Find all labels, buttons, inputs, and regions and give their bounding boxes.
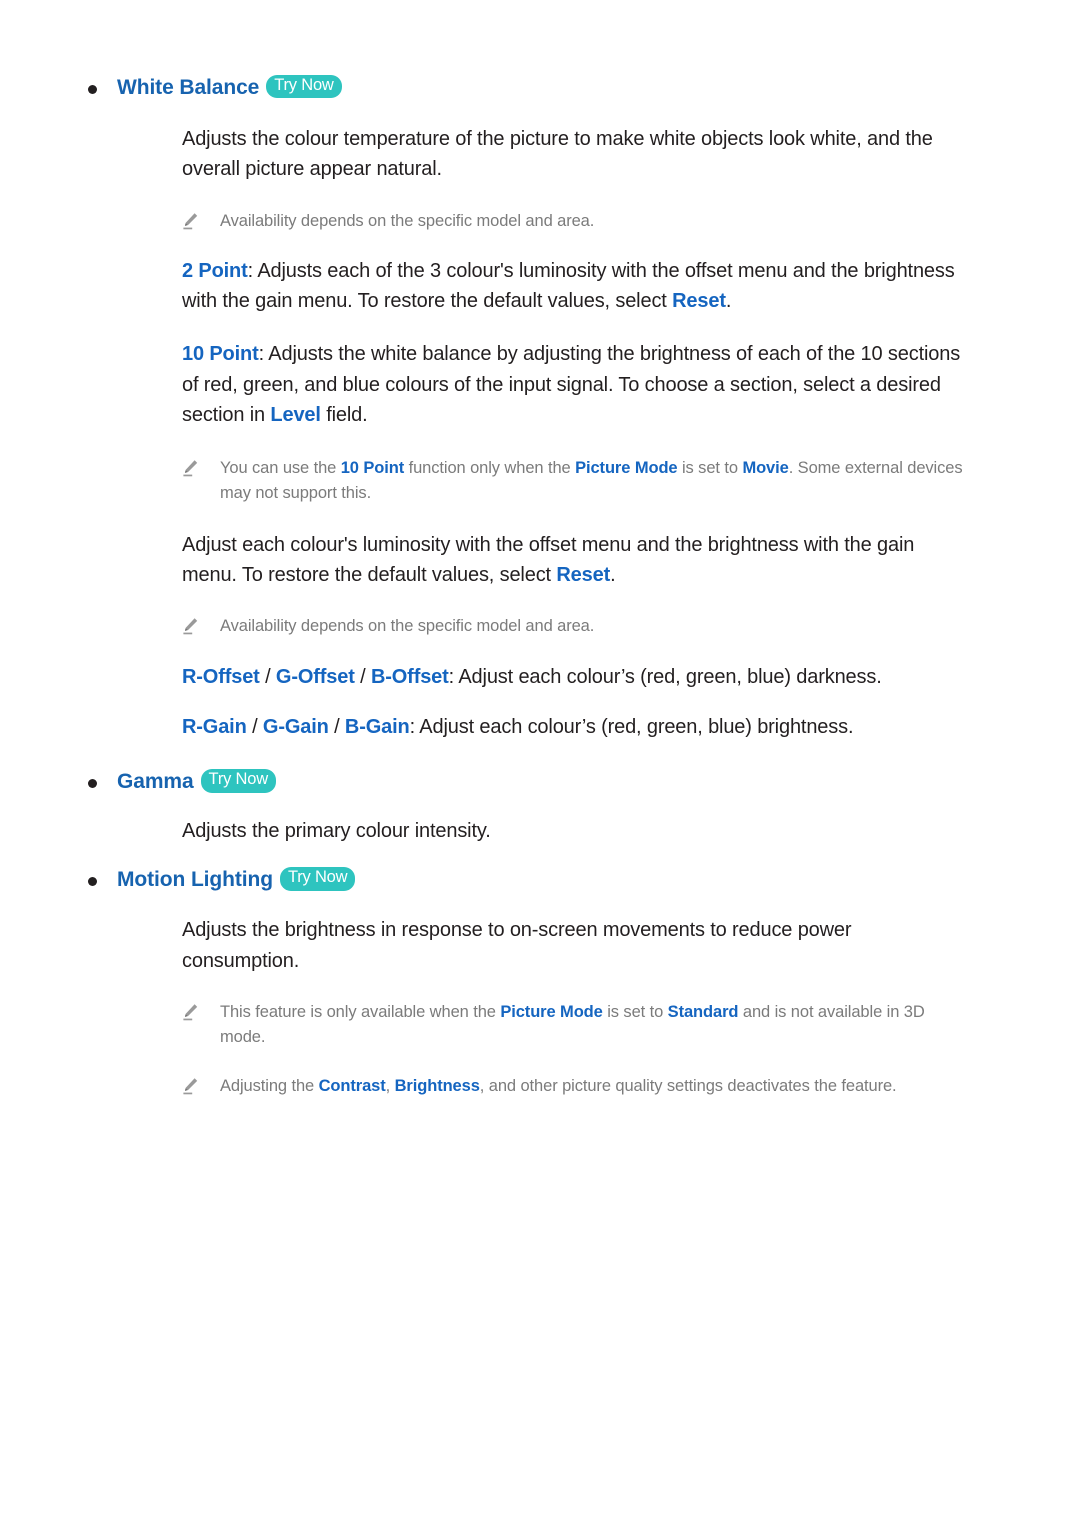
gain-body: : Adjust each colour’s (red, green, blue… [409,715,854,738]
term-contrast: Contrast [318,1077,386,1096]
term-reset: Reset [556,564,611,587]
separator: / [328,715,345,738]
white-balance-intro-paragraph: Adjusts the colour temperature of the pi… [182,127,933,181]
section-heading-motion-lighting: Motion Lighting Try Now [88,866,1020,894]
section-title: Gamma Try Now [117,768,276,796]
ten-point-tail: field. [320,404,368,427]
term-2-point: 2 Point [182,259,248,282]
note-part: is set to [602,1002,668,1021]
gain-paragraph: R-Gain / G-Gain / B-Gain: Adjust each co… [182,712,966,742]
note-text: Availability depends on the specific mod… [220,617,595,636]
term-movie: Movie [742,458,789,477]
note-part: function only when the [404,458,576,477]
note-availability-2: Availability depends on the specific mod… [182,614,966,639]
two-point-tail: . [725,289,732,312]
term-picture-mode: Picture Mode [500,1002,603,1021]
note-text: Adjusting the Contrast, Brightness, and … [220,1074,897,1099]
term-10-point: 10 Point [182,343,259,366]
term-picture-mode: Picture Mode [575,458,678,477]
term-g-gain: G-Gain [262,715,329,738]
offset-body: : Adjust each colour’s (red, green, blue… [448,665,882,688]
term-level: Level [270,404,321,427]
term-reset: Reset [672,289,726,312]
note-ten-point: You can use the 10 Point function only w… [182,456,966,506]
section-title: Motion Lighting Try Now [117,866,356,894]
term-b-gain: B-Gain [344,715,410,738]
bullet-dot-icon [88,85,97,94]
adjust-part: Adjust each colour's luminosity with the… [182,533,915,587]
term-brightness: Brightness [394,1077,480,1096]
note-part: You can use the [220,458,341,477]
term-r-gain: R-Gain [182,715,247,738]
section-title-text: White Balance [117,76,260,99]
adjust-colour-paragraph: Adjust each colour's luminosity with the… [182,530,966,591]
document-page: White Balance Try Now Adjusts the colour … [0,0,1080,1527]
ten-point-paragraph: 10 Point: Adjusts the white balance by a… [182,339,966,430]
note-motion-lighting-2: Adjusting the Contrast, Brightness, and … [182,1074,966,1099]
try-now-badge[interactable]: Try Now [279,867,356,891]
try-now-badge[interactable]: Try Now [200,769,276,793]
separator: / [354,665,371,688]
adjust-part: . [610,564,616,587]
separator: / [246,715,263,738]
separator: / [259,665,276,688]
section-heading-gamma: Gamma Try Now [88,768,1020,796]
try-now-badge[interactable]: Try Now [266,74,342,99]
note-part: , [385,1077,395,1096]
pencil-icon [182,212,199,231]
note-part: Adjusting the [220,1077,319,1096]
offset-paragraph: R-Offset / G-Offset / B-Offset: Adjust e… [182,662,966,692]
section-title: White Balance Try Now [117,74,342,102]
two-point-paragraph: 2 Point: Adjusts each of the 3 colour's … [182,256,966,317]
motion-lighting-body-paragraph: Adjusts the brightness in response to on… [182,919,852,972]
note-part: , and other picture quality settings dea… [479,1077,897,1096]
pencil-icon [182,459,199,478]
note-motion-lighting-1: This feature is only available when the … [182,1000,966,1050]
note-part: This feature is only available when the [220,1002,501,1021]
note-part: is set to [677,458,743,477]
note-availability-1: Availability depends on the specific mod… [182,209,966,234]
term-g-offset: G-Offset [275,665,355,688]
bullet-dot-icon [88,779,97,789]
section-title-text: Gamma [117,770,194,794]
section-heading-white-balance: White Balance Try Now [88,74,1020,102]
note-text: Availability depends on the specific mod… [220,211,595,230]
note-text: You can use the 10 Point function only w… [220,456,966,506]
pencil-icon [182,617,199,636]
term-10-point: 10 Point [340,458,405,477]
bullet-dot-icon [88,877,97,887]
term-r-offset: R-Offset [182,665,260,688]
pencil-icon [182,1003,199,1022]
term-b-offset: B-Offset [370,665,449,688]
two-point-body: : Adjusts each of the 3 colour's luminos… [182,259,955,312]
gamma-body-paragraph: Adjusts the primary colour intensity. [182,820,491,843]
section-title-text: Motion Lighting [117,868,273,892]
term-standard: Standard [667,1002,739,1021]
note-text: This feature is only available when the … [220,1000,966,1050]
pencil-icon [182,1077,199,1096]
